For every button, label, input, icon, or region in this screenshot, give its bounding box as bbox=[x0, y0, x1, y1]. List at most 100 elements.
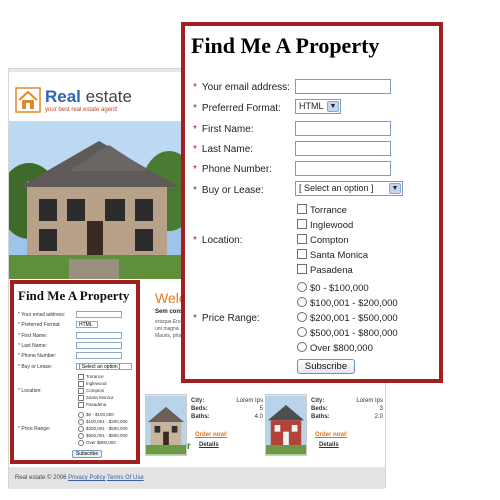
mini-email-input[interactable] bbox=[76, 311, 122, 318]
buy-lease-row: * Buy or Lease: bbox=[193, 185, 264, 196]
required-marker: * bbox=[18, 364, 20, 370]
price-option-100k-200k[interactable]: $100,001 - $200,000 bbox=[297, 297, 398, 309]
mini-first-name-input[interactable] bbox=[76, 332, 122, 339]
radio-button[interactable] bbox=[297, 327, 307, 337]
format-select[interactable]: HTML ▼ bbox=[295, 99, 341, 114]
listing-house-image bbox=[145, 394, 187, 456]
mini-buy-select[interactable]: [ Select an option ] bbox=[76, 363, 132, 370]
checkbox[interactable] bbox=[297, 204, 307, 214]
radio-button[interactable] bbox=[297, 312, 307, 322]
baths-value: 4.0 bbox=[254, 414, 263, 420]
location-option-pasadena[interactable]: Pasadena bbox=[297, 264, 353, 276]
site-logo[interactable]: Real estate your best real estate agent! bbox=[15, 87, 195, 115]
last-name-input[interactable] bbox=[295, 141, 391, 156]
location-option-santa-monica[interactable]: Santa Monica bbox=[297, 249, 368, 261]
required-marker: * bbox=[18, 333, 20, 339]
mini-price-option[interactable]: Over $800,000 bbox=[78, 440, 116, 446]
buy-lease-select-value: [ Select an option ] bbox=[299, 183, 374, 193]
required-marker: * bbox=[18, 322, 20, 328]
required-marker: * bbox=[193, 103, 197, 114]
required-marker: * bbox=[193, 82, 197, 93]
subscribe-button[interactable]: Subscribe bbox=[297, 359, 355, 374]
mini-price-label: Price Range: bbox=[21, 426, 51, 432]
mini-price-row: * Price Range: bbox=[18, 426, 50, 432]
mini-location-option[interactable]: Compton bbox=[78, 388, 104, 394]
property-form-zoom: Find Me A Property * Your email address: … bbox=[181, 22, 443, 383]
mini-phone-row: * Phone Number: bbox=[18, 353, 56, 359]
mini-price-option[interactable]: $500,001 - $800,000 bbox=[78, 433, 128, 439]
beds-label: Beds: bbox=[311, 406, 328, 412]
chevron-down-icon: ▼ bbox=[327, 101, 339, 112]
hero-house-image bbox=[9, 121, 183, 279]
required-marker: * bbox=[18, 426, 20, 432]
location-option-label: Inglewood bbox=[310, 220, 354, 231]
required-marker: * bbox=[18, 388, 20, 394]
mini-price-option[interactable]: $100,001 - $200,000 bbox=[78, 419, 128, 425]
mini-location-row: * Location: bbox=[18, 388, 42, 394]
listing-card: City: Lorem Ips Beds: 5 Baths: 4.0 Order no… bbox=[145, 394, 265, 458]
checkbox[interactable] bbox=[297, 264, 307, 274]
first-name-label: First Name: bbox=[201, 124, 254, 135]
mini-location-option[interactable]: Pasadena bbox=[78, 402, 106, 408]
beds-label: Beds: bbox=[191, 406, 208, 412]
details-link[interactable]: Details bbox=[319, 442, 339, 448]
listing-info: City: Lorem Ips Beds: 3 Baths: 2.0 bbox=[311, 398, 383, 422]
radio-button[interactable] bbox=[297, 282, 307, 292]
price-option-200k-500k[interactable]: $200,001 - $500,000 bbox=[297, 312, 398, 324]
required-marker: * bbox=[193, 124, 197, 135]
terms-of-use-link[interactable]: Terms Of Use bbox=[107, 475, 144, 481]
mini-email-label: Your email address: bbox=[21, 312, 66, 318]
phone-input[interactable] bbox=[295, 161, 391, 176]
mini-last-name-input[interactable] bbox=[76, 342, 122, 349]
mini-property-form: Find Me A Property * Your email address:… bbox=[10, 280, 140, 464]
mini-price-option[interactable]: $200,001 - $500,000 bbox=[78, 426, 128, 432]
location-option-inglewood[interactable]: Inglewood bbox=[297, 219, 353, 231]
mini-price-option[interactable]: $0 - $100,000 bbox=[78, 412, 114, 418]
mini-location-option[interactable]: Inglewood bbox=[78, 381, 107, 387]
location-row: * Location: bbox=[193, 235, 243, 246]
price-option-label: $500,001 - $800,000 bbox=[310, 328, 398, 339]
logo-brand-rest: estate bbox=[80, 87, 132, 106]
buy-lease-select[interactable]: [ Select an option ] ▼ bbox=[295, 181, 403, 196]
logo-title: Real estate bbox=[45, 87, 132, 107]
phone-row: * Phone Number: bbox=[193, 164, 272, 175]
mini-first-row: * First Name: bbox=[18, 333, 47, 339]
details-link[interactable]: Details bbox=[199, 442, 219, 448]
location-option-compton[interactable]: Compton bbox=[297, 234, 349, 246]
beds-value: 5 bbox=[259, 406, 263, 412]
format-select-value: HTML bbox=[299, 101, 324, 111]
mini-location-option[interactable]: Santa Monica bbox=[78, 395, 114, 401]
order-now-link[interactable]: Order now! bbox=[195, 432, 227, 438]
required-marker: * bbox=[193, 313, 197, 324]
location-option-torrance[interactable]: Torrance bbox=[297, 204, 347, 216]
mini-location-option[interactable]: Torrance bbox=[78, 374, 104, 380]
listing-house-image bbox=[265, 394, 307, 456]
mini-format-select[interactable]: HTML bbox=[76, 321, 98, 328]
site-footer: Real estate © 2006 Privacy Policy Terms … bbox=[9, 467, 385, 489]
mini-format-label: Preferred Format: bbox=[21, 322, 61, 328]
checkbox[interactable] bbox=[297, 219, 307, 229]
format-row: * Preferred Format: bbox=[193, 103, 281, 114]
required-marker: * bbox=[193, 235, 197, 246]
radio-button[interactable] bbox=[297, 342, 307, 352]
price-option-0-100k[interactable]: $0 - $100,000 bbox=[297, 282, 369, 294]
location-option-label: Santa Monica bbox=[310, 250, 369, 261]
listing-info: City: Lorem Ips Beds: 5 Baths: 4.0 bbox=[191, 398, 263, 422]
first-name-row: * First Name: bbox=[193, 124, 254, 135]
email-input[interactable] bbox=[295, 79, 391, 94]
privacy-policy-link[interactable]: Privacy Policy bbox=[68, 475, 105, 481]
mini-subscribe-button[interactable]: Subscribe bbox=[72, 450, 102, 458]
price-option-500k-800k[interactable]: $500,001 - $800,000 bbox=[297, 327, 398, 339]
mini-location-label: Location: bbox=[21, 388, 42, 394]
order-now-link[interactable]: Order now! bbox=[315, 432, 347, 438]
radio-button[interactable] bbox=[297, 297, 307, 307]
intro-line: erisque.Eros bbox=[155, 319, 184, 325]
required-marker: * bbox=[193, 164, 197, 175]
first-name-input[interactable] bbox=[295, 121, 391, 136]
mini-phone-input[interactable] bbox=[76, 352, 122, 359]
checkbox[interactable] bbox=[297, 249, 307, 259]
price-option-over-800k[interactable]: Over $800,000 bbox=[297, 342, 373, 354]
required-marker: * bbox=[18, 312, 20, 318]
required-marker: * bbox=[18, 353, 20, 359]
checkbox[interactable] bbox=[297, 234, 307, 244]
